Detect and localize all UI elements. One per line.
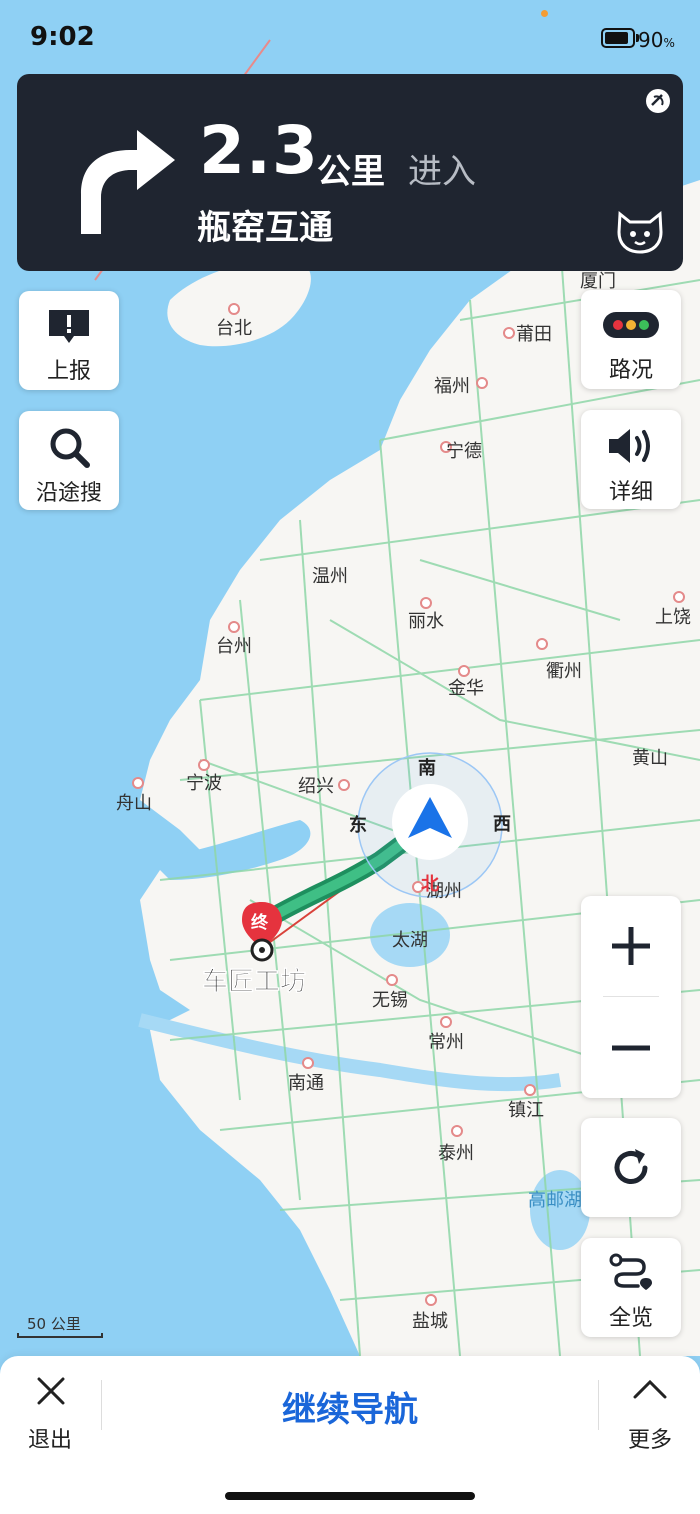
compass-west: 西 bbox=[493, 814, 511, 835]
traffic-light-icon bbox=[603, 312, 659, 338]
status-time: 9:02 bbox=[30, 22, 95, 52]
traffic-label: 路况 bbox=[608, 358, 653, 383]
minus-icon bbox=[612, 1045, 650, 1051]
continue-navigation-button[interactable]: 继续导航 bbox=[200, 1382, 500, 1431]
overview-label: 全览 bbox=[608, 1306, 653, 1331]
status-bar: 9:02 90% bbox=[0, 0, 700, 70]
city-label: 泰州 bbox=[438, 1143, 474, 1164]
speaker-icon bbox=[609, 429, 650, 463]
city-label: 福州 bbox=[434, 376, 470, 397]
city-label: 绍兴 bbox=[298, 776, 334, 797]
report-icon bbox=[49, 310, 89, 343]
more-label: 更多 bbox=[627, 1428, 672, 1453]
city-label: 舟山 bbox=[116, 793, 152, 814]
city-label: 衢州 bbox=[546, 661, 582, 682]
bottom-bar: 退出 继续导航 更多 bbox=[0, 1356, 700, 1514]
city-label: 宁德 bbox=[446, 441, 482, 462]
close-icon bbox=[37, 1377, 65, 1405]
exit-label: 退出 bbox=[27, 1428, 72, 1453]
city-label: 温州 bbox=[312, 566, 348, 587]
city-label: 台北 bbox=[216, 318, 252, 339]
traffic-button[interactable]: 路况 bbox=[581, 290, 681, 389]
refresh-icon bbox=[614, 1149, 648, 1184]
compass-north: 北 bbox=[421, 874, 439, 895]
city-label: 金华 bbox=[448, 678, 484, 699]
voice-detail-label: 详细 bbox=[608, 480, 653, 505]
city-label: 高邮湖 bbox=[528, 1190, 582, 1211]
map-scale: 50 公里 bbox=[15, 1313, 103, 1338]
mascot-icon[interactable] bbox=[615, 208, 665, 254]
city-label: 厦门 bbox=[580, 271, 616, 292]
search-icon bbox=[50, 428, 90, 468]
guidance-panel[interactable]: 2.3 公里 进入 瓶窑互通 bbox=[17, 74, 683, 271]
city-label: 盐城 bbox=[412, 1311, 448, 1332]
distance-unit: 公里 bbox=[317, 152, 385, 192]
battery-percent: 90% bbox=[638, 28, 675, 52]
destination-name: 车匠工坊 bbox=[202, 966, 306, 997]
city-label: 常州 bbox=[428, 1032, 464, 1053]
zoom-control bbox=[581, 896, 681, 1098]
city-label: 南通 bbox=[288, 1073, 324, 1094]
more-button[interactable]: 更多 bbox=[610, 1370, 690, 1453]
plus-icon bbox=[612, 927, 650, 965]
city-label: 上饶 bbox=[655, 607, 691, 628]
turn-right-arrow-icon bbox=[81, 130, 175, 234]
city-label: 丽水 bbox=[408, 611, 444, 632]
city-label: 黄山 bbox=[632, 748, 668, 769]
city-label: 镇江 bbox=[508, 1100, 544, 1121]
maneuver-action: 进入 bbox=[408, 152, 476, 192]
home-indicator bbox=[225, 1492, 475, 1500]
city-label: 太湖 bbox=[392, 930, 428, 951]
compass-south: 南 bbox=[418, 757, 436, 779]
report-button[interactable]: 上报 bbox=[19, 291, 119, 390]
destination-badge: 终 bbox=[251, 912, 269, 933]
search-along-label: 沿途搜 bbox=[35, 481, 102, 506]
city-label: 宁波 bbox=[186, 773, 222, 794]
chevron-up-icon bbox=[633, 1379, 667, 1399]
battery-icon bbox=[601, 28, 639, 48]
compass-east: 东 bbox=[349, 814, 367, 836]
city-label: 无锡 bbox=[372, 990, 408, 1011]
report-label: 上报 bbox=[46, 359, 91, 384]
refresh-route-button[interactable] bbox=[581, 1118, 681, 1217]
privacy-indicator bbox=[541, 10, 548, 17]
scale-label: 50 公里 bbox=[27, 1315, 81, 1333]
overview-button[interactable]: 全览 bbox=[581, 1238, 681, 1337]
city-label: 莆田 bbox=[516, 324, 552, 345]
search-along-button[interactable]: 沿途搜 bbox=[19, 411, 119, 510]
zoom-in-button[interactable] bbox=[581, 896, 681, 996]
distance-value: 2.3 bbox=[199, 112, 319, 189]
city-label: 台州 bbox=[216, 636, 252, 657]
road-name: 瓶窑互通 bbox=[197, 208, 333, 248]
gps-signal-icon bbox=[646, 89, 670, 113]
voice-detail-button[interactable]: 详细 bbox=[581, 410, 681, 509]
exit-button[interactable]: 退出 bbox=[10, 1370, 90, 1453]
route-overview-icon bbox=[609, 1253, 652, 1290]
zoom-out-button[interactable] bbox=[581, 998, 681, 1098]
